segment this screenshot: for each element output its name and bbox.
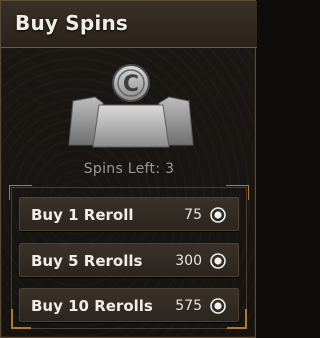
button-label: Buy 1 Reroll bbox=[31, 206, 134, 224]
button-cost: 575 bbox=[175, 298, 202, 314]
coin-icon bbox=[210, 298, 226, 314]
token-letter: C bbox=[123, 72, 139, 97]
buy-spins-panel: Buy Spins C Spins Left: 3 Buy 1 Reroll 7… bbox=[0, 0, 257, 338]
button-label: Buy 10 Rerolls bbox=[31, 297, 153, 315]
button-label: Buy 5 Rerolls bbox=[31, 252, 143, 270]
spin-token-icon: C bbox=[61, 61, 201, 151]
panel-title: Buy Spins bbox=[15, 11, 129, 35]
spins-left-label: Spins Left: 3 bbox=[83, 161, 175, 177]
panel-header: Buy Spins bbox=[1, 1, 257, 48]
buy-1-reroll-button[interactable]: Buy 1 Reroll 75 bbox=[19, 197, 239, 231]
button-cost: 300 bbox=[175, 253, 202, 269]
button-cost: 75 bbox=[184, 207, 202, 223]
coin-icon bbox=[210, 207, 226, 223]
buy-5-rerolls-button[interactable]: Buy 5 Rerolls 300 bbox=[19, 243, 239, 277]
buy-10-rerolls-button[interactable]: Buy 10 Rerolls 575 bbox=[19, 288, 239, 322]
coin-icon bbox=[210, 253, 226, 269]
